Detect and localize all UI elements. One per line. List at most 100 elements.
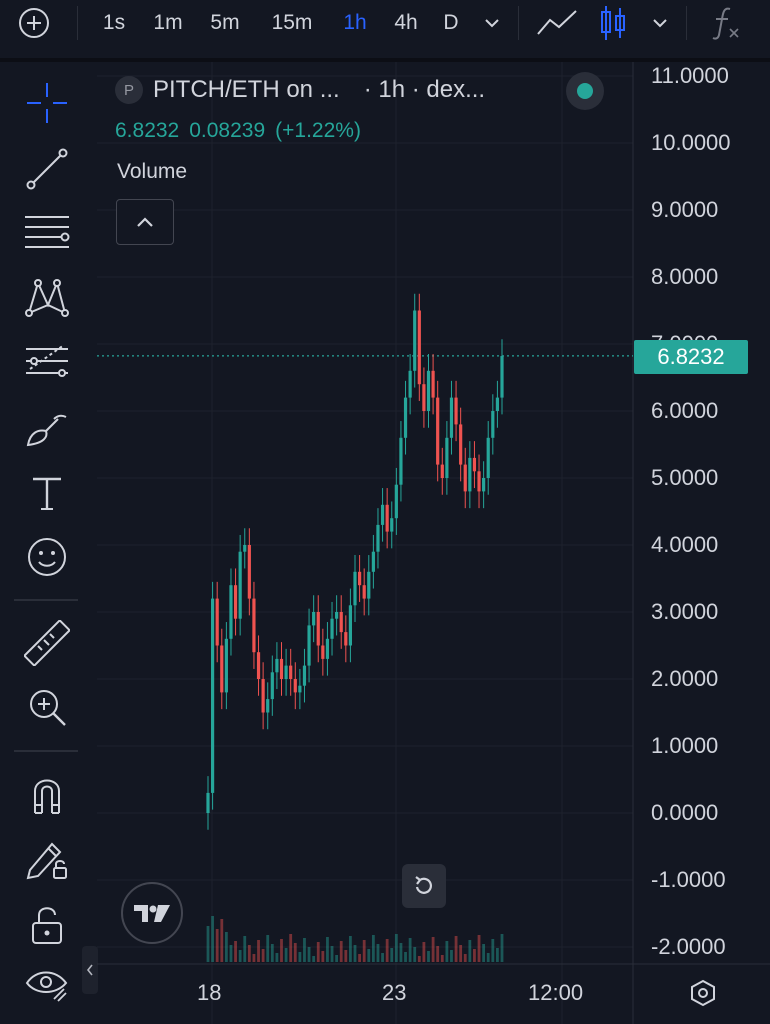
smile-icon [28,538,66,576]
chevron-down-icon [653,19,667,28]
zoom-in-tool[interactable] [20,680,74,734]
candle-body [491,411,495,438]
volume-bar [486,953,490,962]
volume-bar [238,950,242,962]
last-price: 6.8232 [115,119,180,142]
candle-body [252,598,256,653]
candle-body [371,551,375,572]
volume-bar [335,955,339,962]
candle-body [408,370,412,398]
magnet-icon [34,779,60,814]
volume-bar [298,952,302,962]
brush-tool[interactable] [20,402,74,456]
candle-body [399,437,403,485]
add-symbol-button[interactable] [12,0,56,46]
volume-bar [376,944,380,962]
trend-line-icon [26,148,68,190]
candle-body [486,437,490,478]
status-dot-icon [577,83,593,99]
volume-bar [431,937,435,962]
hide-drawings-tool[interactable] [20,956,74,1010]
price-scale-label: 0.0000 [651,800,719,825]
timeframe-1s[interactable]: 1s [98,0,130,46]
text-icon [33,477,61,510]
candle-body [495,397,500,411]
candle-body [445,437,449,478]
candle-body [468,457,472,492]
trend-line-tool[interactable] [20,142,74,196]
candle-body [243,545,247,552]
candle-body [454,397,458,425]
timeframe-1m[interactable]: 1m [148,0,188,46]
volume-bar [367,949,371,962]
timeframe-4h[interactable]: 4h [389,0,423,46]
pattern-tool[interactable] [20,270,74,324]
forecast-tool[interactable] [20,334,74,388]
volume-indicator-label[interactable]: Volume [117,160,187,184]
volume-bar [358,954,361,962]
candle-body [376,524,380,552]
candle-body [394,484,398,519]
timeframe-5m[interactable]: 5m [205,0,245,46]
time-label-23: 23 [382,980,407,1005]
crosshair-tool[interactable] [20,76,74,130]
candle-body [289,665,293,679]
lock-all-drawings-tool[interactable] [20,898,74,952]
eye-icon [25,971,68,1002]
candle-body [266,699,270,713]
candle-body [403,397,408,438]
candle-body [224,638,228,693]
candle-body [298,685,302,693]
indicators-button[interactable] [706,0,746,46]
volume-bar [289,934,293,962]
reset-chart-button[interactable] [402,864,446,908]
emoji-tool[interactable] [20,530,74,584]
volume-bar [408,938,412,962]
candle-body [482,478,486,492]
collapse-indicators-button[interactable] [116,199,174,245]
rotate-icon [415,876,432,894]
volume-bar [303,938,306,962]
timeframe-dropdown-button[interactable] [480,0,504,46]
candle-body [339,612,343,633]
market-status-indicator[interactable] [566,72,604,110]
candle-body [302,665,307,686]
volume-bar [362,940,366,962]
unlock-icon [32,907,62,944]
function-icon [712,7,739,40]
volume-bar [491,939,495,962]
line-chart-type-button[interactable] [533,0,581,46]
timeframe-1h[interactable]: 1h [339,0,371,46]
volume-bar [390,948,394,962]
volume-bar [275,953,279,962]
magnet-tool[interactable] [20,768,74,822]
price-scale-label: 11.0000 [651,63,729,88]
volume-bar [496,948,499,962]
volume-bar [399,943,403,962]
text-tool[interactable] [20,466,74,520]
tradingview-logo[interactable] [121,882,183,944]
volume-bar [445,941,449,962]
candle-chart-type-button[interactable] [596,0,630,46]
candle-body [417,310,421,385]
volume-bar [349,936,352,962]
timeframe-d[interactable]: D [440,0,462,46]
settings-hexagon-icon [691,979,715,1007]
volume-bar [270,944,274,962]
scale-settings-button[interactable] [688,978,718,1008]
lock-drawing-mode-tool[interactable] [20,832,74,886]
candle-body [321,645,325,659]
chart-type-dropdown-button[interactable] [648,0,672,46]
fib-retracement-tool[interactable] [20,206,74,260]
timeframe-15m[interactable]: 15m [265,0,319,46]
candle-body [413,310,417,371]
price-scale-label: 8.0000 [651,264,719,289]
candle-body [238,551,242,619]
collapse-toolbar-button[interactable] [82,946,98,994]
volume-bar [247,945,251,962]
symbol-name[interactable]: PITCH/ETH on ... [153,76,340,104]
volume-bar [224,932,228,962]
candle-body [380,504,385,525]
volume-bar [307,947,311,962]
measure-tool[interactable] [20,616,74,670]
